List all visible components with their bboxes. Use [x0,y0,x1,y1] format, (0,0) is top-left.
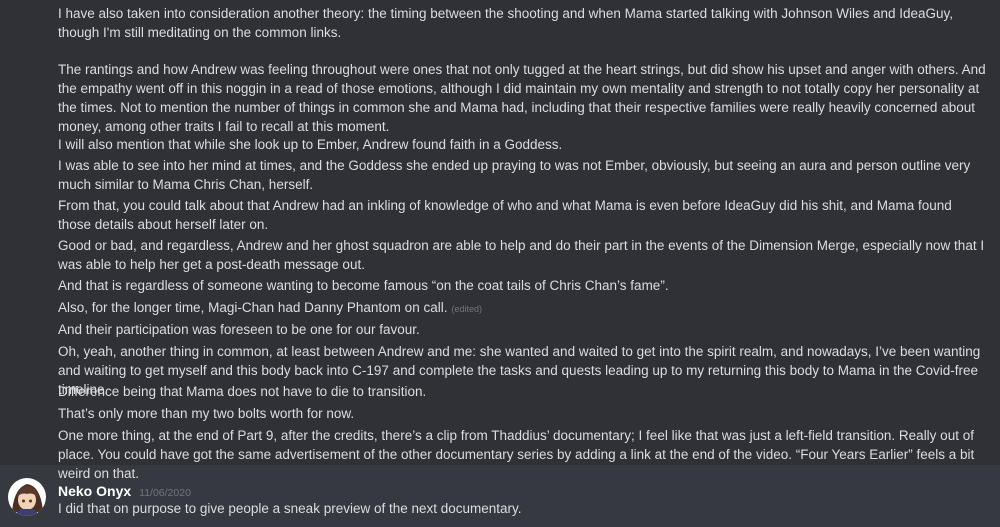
message-text: Difference being that Mama does not have… [58,384,427,399]
message-text: The rantings and how Andrew was feeling … [58,62,986,134]
message-text: That’s only more than my two bolts worth… [58,406,355,421]
message-text: And their participation was foreseen to … [58,322,420,337]
message-text: And that is regardless of someone wantin… [58,278,669,293]
message-text: One more thing, at the end of Part 9, af… [58,428,975,481]
avatar[interactable] [8,478,46,516]
edited-label: (edited) [451,304,482,314]
message-text: I have also taken into consideration ano… [58,6,954,40]
avatar-image [8,478,46,516]
message-text: I will also mention that while she look … [58,137,563,152]
message-text: I was able to see into her mind at times… [58,158,971,192]
message-edited-item: Also, for the longer time, Magi-Chan had… [58,298,988,319]
message-text: From that, you could talk about that And… [58,198,952,232]
message-text: Also, for the longer time, Magi-Chan had… [58,300,448,315]
message-text: Good or bad, and regardless, Andrew and … [58,238,985,272]
chat-message-list: I have also taken into consideration ano… [0,0,1000,527]
message-text: I did that on purpose to give people a s… [58,501,522,516]
